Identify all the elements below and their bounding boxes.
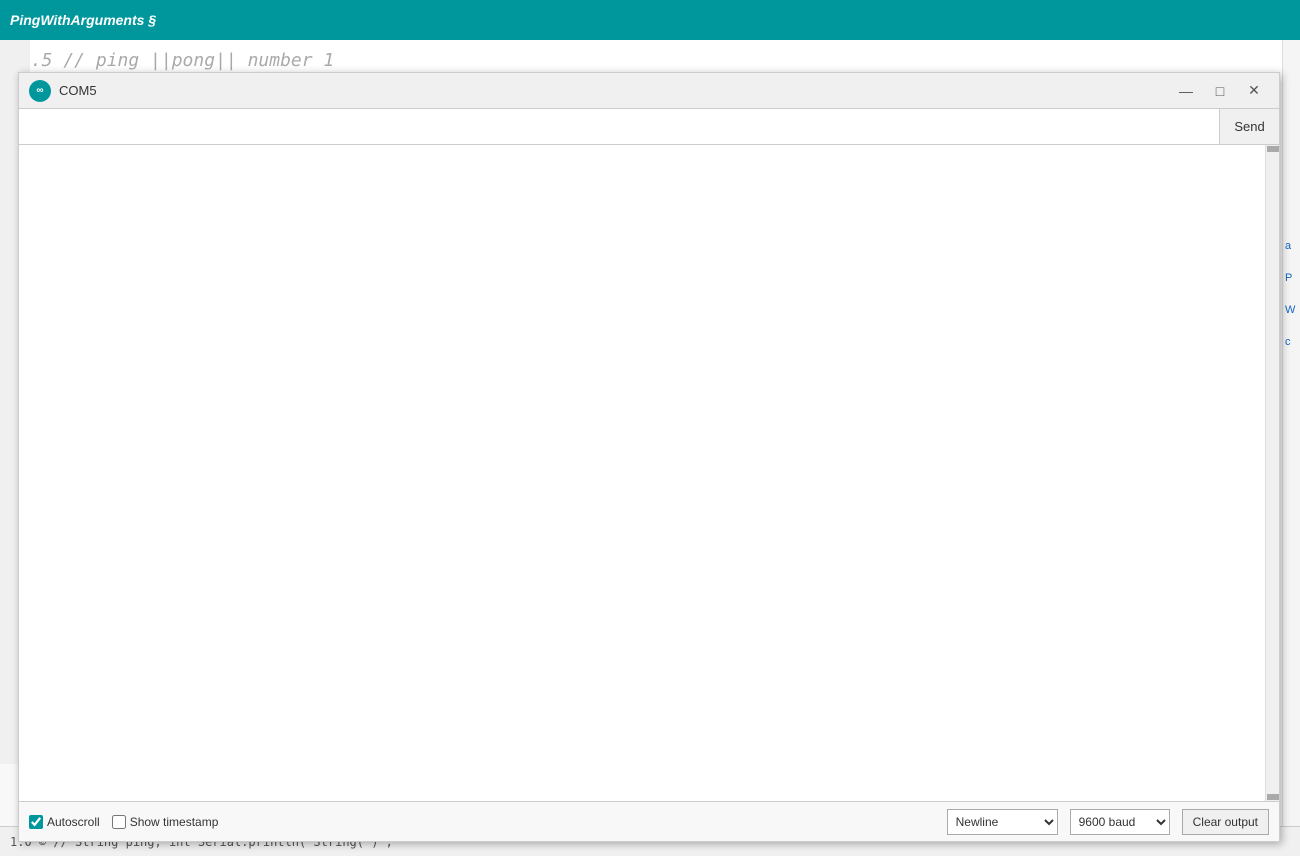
clear-output-button[interactable]: Clear output: [1182, 809, 1269, 835]
ide-title: PingWithArguments §: [10, 12, 156, 28]
send-button[interactable]: Send: [1219, 109, 1279, 144]
scroll-down-arrow[interactable]: [1267, 794, 1279, 800]
right-panel-letters: a P W c: [1283, 40, 1300, 348]
scroll-up-arrow[interactable]: [1267, 146, 1279, 152]
status-bar: Autoscroll Show timestamp Newline No lin…: [19, 801, 1279, 841]
scrollbar-track[interactable]: [1265, 145, 1279, 801]
modal-titlebar: ∞ COM5 — □ ✕: [19, 73, 1279, 109]
input-row: Send: [19, 109, 1279, 145]
right-letter-w: W: [1285, 304, 1298, 316]
newline-select[interactable]: Newline No line ending Carriage return B…: [947, 809, 1058, 835]
serial-monitor-window: ∞ COM5 — □ ✕ Send Autoscroll Show: [18, 72, 1280, 842]
modal-title-left: ∞ COM5: [29, 80, 97, 102]
modal-title-text: COM5: [59, 83, 97, 98]
right-letter-c: c: [1285, 336, 1298, 348]
output-area: [19, 145, 1279, 801]
window-controls: — □ ✕: [1171, 78, 1269, 104]
autoscroll-container: Autoscroll: [29, 815, 100, 829]
right-panel: a P W c: [1282, 40, 1300, 856]
ide-titlebar: PingWithArguments §: [0, 0, 1300, 40]
timestamp-label[interactable]: Show timestamp: [130, 815, 219, 829]
timestamp-container: Show timestamp: [112, 815, 219, 829]
right-letter-a: a: [1285, 240, 1298, 252]
close-button[interactable]: ✕: [1239, 78, 1269, 104]
maximize-button[interactable]: □: [1205, 78, 1235, 104]
right-letter-p: P: [1285, 272, 1298, 284]
message-input[interactable]: [19, 109, 1219, 144]
autoscroll-checkbox[interactable]: [29, 815, 43, 829]
arduino-logo-icon: ∞: [29, 80, 51, 102]
ide-code-line: 8.5 // ping ||pong|| number 1: [20, 50, 334, 71]
baud-select[interactable]: 300 baud 1200 baud 2400 baud 4800 baud 9…: [1070, 809, 1170, 835]
autoscroll-label[interactable]: Autoscroll: [47, 815, 100, 829]
minimize-button[interactable]: —: [1171, 78, 1201, 104]
output-content: [19, 145, 1279, 801]
timestamp-checkbox[interactable]: [112, 815, 126, 829]
